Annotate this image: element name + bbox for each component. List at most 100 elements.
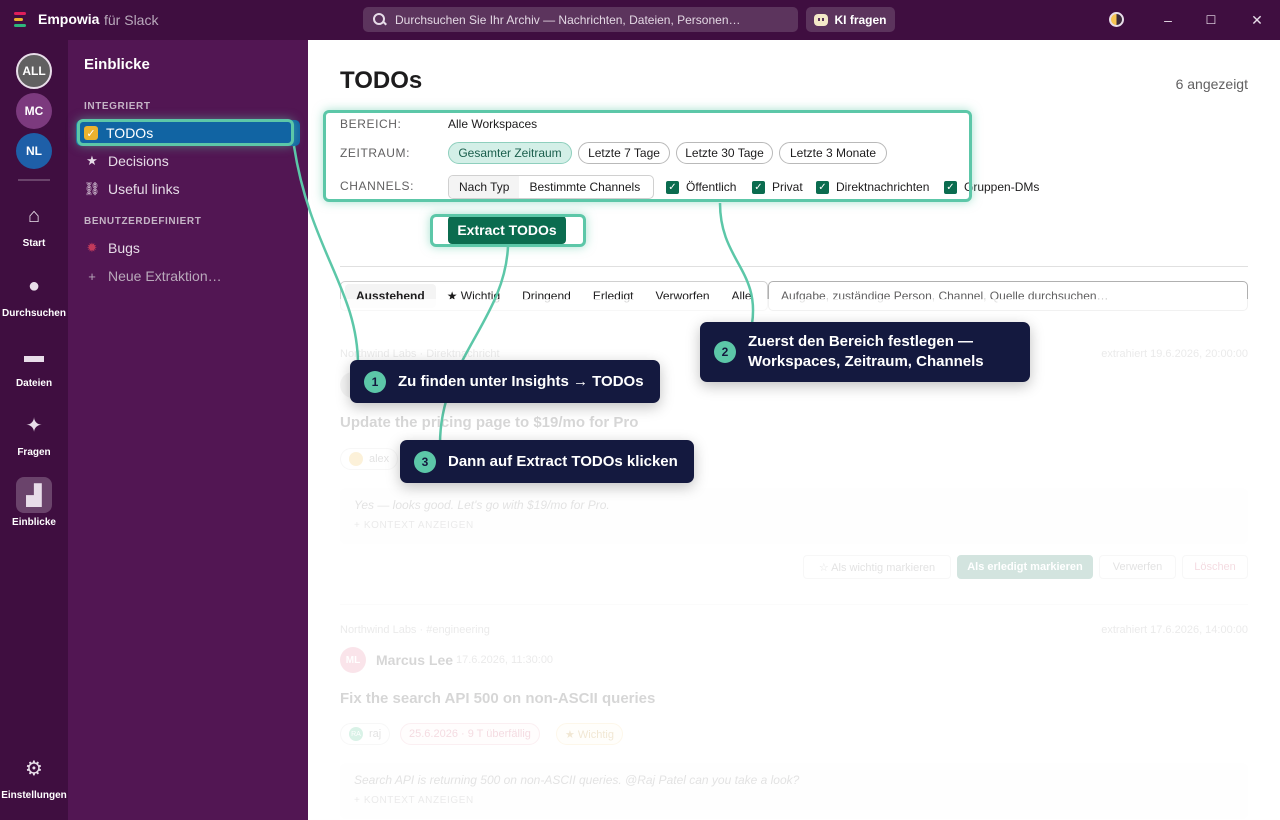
assignee-pill[interactable]: alex [340, 448, 399, 470]
search-icon [373, 12, 387, 27]
source-quote: Yes — looks good. Let's go with $19/mo f… [340, 488, 1248, 544]
section-divider [340, 266, 1248, 267]
link-icon: ⛓ [83, 181, 101, 196]
rail-search[interactable]: ● Durchsuchen [0, 268, 68, 320]
todo-filter-input[interactable]: Aufgabe, zuständige Person, Channel, Que… [768, 281, 1248, 311]
range-7-days-chip[interactable]: Letzte 7 Tage [578, 142, 670, 164]
maximize-button[interactable]: ☐ [1201, 10, 1221, 30]
show-context-link[interactable]: + KONTEXT ANZEIGEN [354, 520, 1234, 531]
rail-settings[interactable]: ⚙ Einstellungen [0, 750, 68, 802]
workspace-all[interactable]: ALL [16, 53, 52, 89]
insights-sidebar: Einblicke INTEGRIERT ✓ TODOs ★ Decisions… [68, 40, 308, 820]
due-date-badge: 25.6.2026 · 9 T überfällig [400, 723, 540, 745]
callout-step-3: 3 Dann auf Extract TODOs klicken [400, 440, 694, 483]
home-icon: ⌂ [27, 204, 41, 227]
dm-checkbox[interactable]: ✓ Direktnachrichten [816, 180, 929, 194]
author-time: 17.6.2026, 11:30:00 [456, 654, 554, 666]
avatar: ML [340, 647, 366, 673]
range-30-days-chip[interactable]: Letzte 30 Tage [676, 142, 773, 164]
callout-step-2: 2 Zuerst den Bereich festlegen — Workspa… [700, 322, 1030, 382]
mark-important-button[interactable]: ☆ Als wichtig markieren [803, 555, 951, 579]
checkbox-icon: ✓ [84, 126, 98, 140]
tab-all[interactable]: Alle [721, 284, 763, 308]
callout-text: Zu finden unter Insights → TODOs [398, 373, 644, 390]
rail-start-label: Start [22, 238, 46, 249]
tab-done[interactable]: Erledigt [582, 284, 645, 308]
tab-urgent[interactable]: Dringend [511, 284, 582, 308]
mark-done-button[interactable]: Als erledigt markieren [957, 555, 1093, 579]
sidebar-item-todos[interactable]: ✓ TODOs [76, 120, 300, 146]
sparkle-chat-icon: ✦ [25, 414, 43, 437]
card-source: Northwind Labs · Direktnachricht [340, 348, 500, 360]
scope-value[interactable]: Alle Workspaces [448, 117, 537, 131]
workspace-mc[interactable]: MC [16, 93, 52, 129]
add-extraction-button[interactable]: + Neue Extraktion… [76, 263, 300, 289]
add-extraction-label: Neue Extraktion… [108, 268, 222, 284]
public-checkbox[interactable]: ✓ Öffentlich [666, 180, 736, 194]
assignee-name: alex [369, 453, 390, 465]
step-number: 2 [714, 341, 736, 363]
status-tabs: Ausstehend ★ Wichtig Dringend Erledigt V… [340, 281, 768, 311]
workspace-rail: ALL MC NL ⌂ Start ● Durchsuchen ▬ Dateie… [0, 40, 68, 820]
range-3-months-chip[interactable]: Letzte 3 Monate [779, 142, 887, 164]
todo-title: Fix the search API 500 on non-ASCII quer… [340, 690, 656, 707]
dismiss-button[interactable]: Verwerfen [1099, 555, 1176, 579]
group-dm-checkbox-label: Gruppen-DMs [964, 180, 1040, 194]
ask-ai-button[interactable]: KI fragen [806, 7, 895, 32]
sidebar-item-label: TODOs [106, 125, 154, 141]
rail-files[interactable]: ▬ Dateien [0, 338, 68, 390]
callout-text: Zuerst den Bereich festlegen — Workspace… [748, 332, 984, 372]
section-integrated: INTEGRIERT [84, 101, 151, 112]
private-checkbox[interactable]: ✓ Privat [752, 180, 803, 194]
range-all-time-chip[interactable]: Gesamter Zeitraum [448, 142, 572, 164]
callout-text: Dann auf Extract TODOs klicken [448, 453, 678, 470]
group-dm-checkbox[interactable]: ✓ Gruppen-DMs [944, 180, 1039, 194]
sidebar-item-useful-links[interactable]: ⛓ Useful links [76, 176, 300, 202]
tab-dismissed[interactable]: Verworfen [645, 284, 721, 308]
workspace-nl[interactable]: NL [16, 133, 52, 169]
app-name: Empowia [38, 11, 100, 27]
show-context-link[interactable]: + KONTEXT ANZEIGEN [354, 795, 1234, 806]
todo-filter-placeholder: Aufgabe, zuständige Person, Channel, Que… [781, 289, 1109, 303]
card-extracted-time: extrahiert 19.6.2026, 20:00:00 [1101, 348, 1248, 360]
ask-ai-label: KI fragen [834, 12, 887, 27]
rail-insights-label: Einblicke [12, 517, 56, 528]
sidebar-title: Einblicke [84, 56, 150, 73]
todo-title: Update the pricing page to $19/mo for Pr… [340, 414, 639, 431]
sidebar-item-decisions[interactable]: ★ Decisions [76, 148, 300, 174]
tab-important[interactable]: ★ Wichtig [436, 284, 511, 308]
tab-pending[interactable]: Ausstehend [345, 284, 436, 308]
minimize-button[interactable]: – [1158, 10, 1178, 30]
card-extracted-time: extrahiert 17.6.2026, 14:00:00 [1101, 624, 1248, 636]
card-divider [340, 604, 1248, 605]
sidebar-item-bugs[interactable]: ✹ Bugs [76, 235, 300, 261]
main-content: TODOs 6 angezeigt BEREICH: Alle Workspac… [308, 40, 1280, 820]
callout-line-1: Zuerst den Bereich festlegen — [748, 333, 974, 350]
channel-mode-specific[interactable]: Bestimmte Channels [519, 176, 650, 198]
extract-todos-button[interactable]: Extract TODOs [448, 216, 566, 244]
check-icon: ✓ [666, 180, 679, 194]
empowia-logo-icon [14, 12, 28, 28]
step-number: 3 [414, 450, 436, 473]
callout-line-2: Workspaces, Zeitraum, Channels [748, 353, 984, 370]
sidebar-item-label: Useful links [108, 181, 180, 197]
assignee-avatar: RA [349, 727, 363, 741]
channel-mode-by-type[interactable]: Nach Typ [449, 176, 520, 198]
plus-icon: + [88, 268, 96, 284]
card-source: Northwind Labs · #engineering [340, 624, 490, 636]
theme-toggle-icon[interactable] [1109, 12, 1124, 27]
close-window-button[interactable]: ✕ [1247, 10, 1267, 30]
sidebar-item-label: Decisions [108, 153, 169, 169]
robot-icon [814, 13, 829, 26]
author-name: Marcus Lee [376, 652, 454, 668]
delete-button[interactable]: Löschen [1182, 555, 1248, 579]
assignee-pill[interactable]: RA raj [340, 723, 391, 745]
scope-label: BEREICH: [340, 117, 402, 131]
rail-insights[interactable]: ▟ Einblicke [0, 477, 68, 528]
sidebar-item-label: Bugs [108, 240, 140, 256]
rail-ask[interactable]: ✦ Fragen [0, 407, 68, 459]
title-bar: Empowia für Slack Durchsuchen Sie Ihr Ar… [0, 0, 1280, 40]
global-search-input[interactable]: Durchsuchen Sie Ihr Archiv — Nachrichten… [363, 7, 798, 32]
dm-checkbox-label: Direktnachrichten [836, 180, 930, 194]
rail-start[interactable]: ⌂ Start [0, 198, 68, 250]
